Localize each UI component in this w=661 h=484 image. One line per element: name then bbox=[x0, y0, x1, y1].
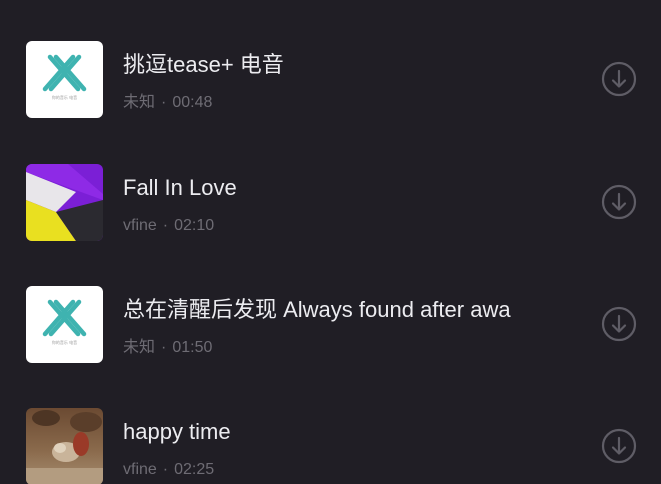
song-meta: vfine · 02:25 bbox=[123, 459, 214, 481]
song-row[interactable]: Fall In Love vfine · 02:10 bbox=[0, 164, 661, 242]
song-duration: 00:48 bbox=[172, 94, 213, 111]
song-artist: vfine bbox=[123, 461, 157, 478]
cover-caption: 你的音乐 电音 bbox=[52, 94, 77, 100]
song-cover[interactable] bbox=[26, 408, 103, 484]
download-circle-icon bbox=[601, 306, 637, 342]
song-cover[interactable] bbox=[26, 164, 103, 241]
song-row[interactable]: happy time vfine · 02:25 bbox=[0, 408, 661, 484]
meta-separator: · bbox=[161, 94, 167, 111]
song-list: 你的音乐 电音 挑逗tease+ 电音 未知 · 00:48 Fall In Lov… bbox=[0, 0, 661, 484]
x-logo-cover-icon: 你的音乐 电音 bbox=[26, 41, 103, 118]
cover-caption: 你的音乐 电音 bbox=[52, 339, 77, 345]
download-circle-icon bbox=[601, 61, 637, 97]
song-title: Fall In Love bbox=[123, 175, 237, 200]
song-cover[interactable]: 你的音乐 电音 bbox=[26, 286, 103, 363]
song-title: 挑逗tease+ 电音 bbox=[123, 52, 284, 77]
download-button[interactable] bbox=[601, 184, 637, 220]
photo-dog-cover-icon bbox=[26, 408, 103, 484]
song-duration: 01:50 bbox=[172, 339, 213, 356]
song-duration: 02:10 bbox=[174, 217, 215, 234]
song-row[interactable]: 你的音乐 电音 挑逗tease+ 电音 未知 · 00:48 bbox=[0, 41, 661, 119]
song-cover[interactable]: 你的音乐 电音 bbox=[26, 41, 103, 118]
meta-separator: · bbox=[162, 461, 169, 478]
download-button[interactable] bbox=[601, 306, 637, 342]
song-duration: 02:25 bbox=[174, 461, 215, 478]
meta-separator: · bbox=[162, 217, 169, 234]
download-button[interactable] bbox=[601, 428, 637, 464]
song-meta: 未知 · 00:48 bbox=[123, 92, 212, 114]
download-circle-icon bbox=[601, 428, 637, 464]
song-artist: 未知 bbox=[123, 94, 156, 111]
x-logo-cover-icon: 你的音乐 电音 bbox=[26, 286, 103, 363]
song-meta: 未知 · 01:50 bbox=[123, 337, 212, 359]
download-button[interactable] bbox=[601, 61, 637, 97]
meta-separator: · bbox=[161, 339, 167, 356]
song-row[interactable]: 你的音乐 电音 总在清醒后发现 Always found after awa 未… bbox=[0, 286, 661, 364]
song-meta: vfine · 02:10 bbox=[123, 215, 214, 237]
abstract-purple-yellow-cover-icon bbox=[26, 164, 103, 241]
song-artist: 未知 bbox=[123, 339, 156, 356]
song-title: 总在清醒后发现 Always found after awa bbox=[123, 297, 511, 322]
song-artist: vfine bbox=[123, 217, 157, 234]
song-title: happy time bbox=[123, 419, 231, 444]
download-circle-icon bbox=[601, 184, 637, 220]
